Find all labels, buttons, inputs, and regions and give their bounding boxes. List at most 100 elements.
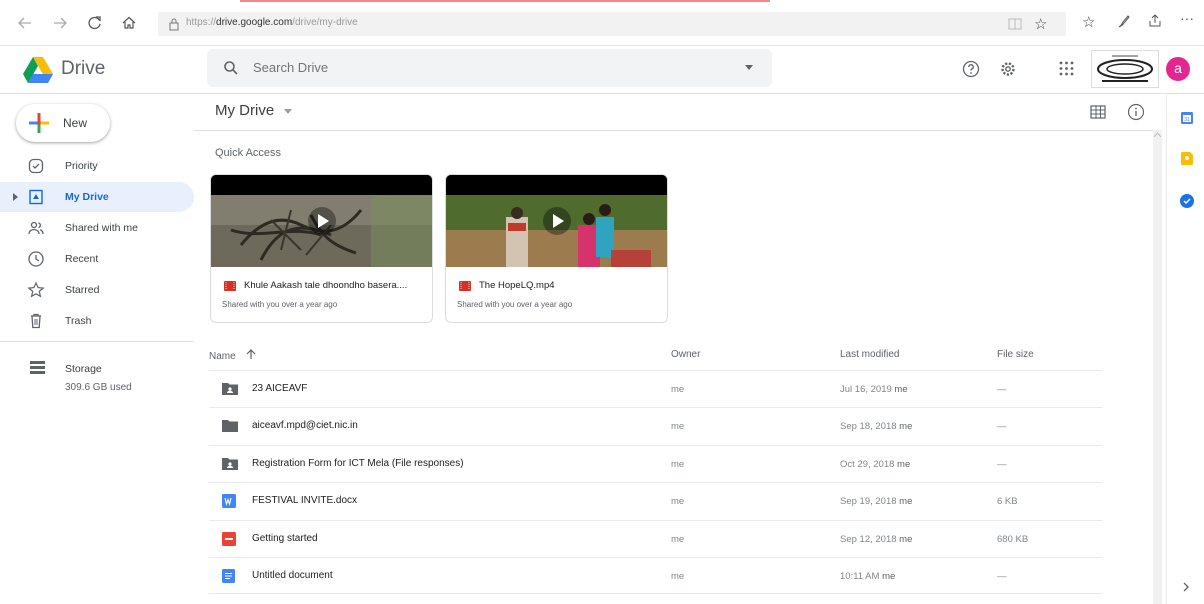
app-title[interactable]: Drive: [61, 58, 105, 80]
search-options-icon[interactable]: [745, 65, 753, 70]
drive-logo-icon[interactable]: [23, 57, 53, 83]
sort-ascending-icon[interactable]: [246, 349, 256, 360]
sidebar-item-label: Trash: [65, 315, 92, 327]
page-title[interactable]: My Drive: [215, 102, 293, 119]
sidebar-item-label: Priority: [65, 160, 98, 172]
title-dropdown-icon[interactable]: [284, 108, 293, 114]
table-row[interactable]: Untitled document me 10:11 AM me —: [209, 557, 1102, 594]
file-size: —: [997, 459, 1007, 470]
calendar-icon[interactable]: 31: [1181, 112, 1193, 124]
file-size: 680 KB: [997, 534, 1029, 545]
info-icon[interactable]: [1127, 103, 1145, 121]
browser-toolbar: https://drive.google.com/drive/my-drive …: [0, 0, 1204, 46]
sidebar-divider: [0, 341, 194, 342]
sidebar-item-trash[interactable]: Trash: [0, 306, 194, 336]
sidebar-item-recent[interactable]: Recent: [0, 244, 194, 274]
table-row[interactable]: 23 AICEAVF me Jul 16, 2019 me —: [209, 370, 1102, 407]
favorite-star-icon[interactable]: ☆: [1034, 15, 1047, 33]
column-header-file-size[interactable]: File size: [997, 349, 1034, 360]
column-header-owner[interactable]: Owner: [671, 349, 700, 360]
back-icon[interactable]: [16, 14, 34, 32]
scroll-up-icon[interactable]: [1154, 132, 1161, 137]
more-icon[interactable]: ···: [1180, 10, 1194, 26]
share-icon[interactable]: [1147, 13, 1163, 29]
column-header-name[interactable]: Name: [209, 349, 256, 362]
organization-logo[interactable]: [1091, 50, 1159, 88]
sidebar-item-shared-with-me[interactable]: Shared with me: [0, 213, 194, 243]
video-file-icon: [459, 281, 471, 291]
word-doc-icon: [222, 494, 236, 508]
file-size: —: [997, 571, 1007, 582]
table-row[interactable]: aiceavf.mpd@ciet.nic.in me Sep 18, 2018 …: [209, 407, 1102, 444]
search-box[interactable]: Search Drive: [207, 49, 772, 87]
file-name: aiceavf.mpd@ciet.nic.in: [252, 420, 358, 431]
forward-icon[interactable]: [51, 14, 69, 32]
sidebar-item-starred[interactable]: Starred: [0, 275, 194, 305]
account-avatar[interactable]: a: [1166, 57, 1190, 81]
quick-access-card[interactable]: The HopeLQ.mp4 Shared with you over a ye…: [445, 174, 668, 323]
settings-gear-icon[interactable]: [999, 60, 1017, 78]
lock-icon: [168, 17, 180, 31]
shared-folder-icon: [222, 382, 238, 395]
plus-icon: [29, 113, 49, 133]
file-owner: me: [671, 459, 685, 470]
main-divider: [194, 130, 1154, 131]
svg-text:31: 31: [1184, 117, 1190, 123]
pdf-icon: [222, 532, 236, 546]
video-thumbnail: [446, 175, 667, 267]
sidebar-item-my-drive[interactable]: My Drive: [0, 182, 194, 212]
file-name: Getting started: [252, 533, 318, 544]
search-icon[interactable]: [223, 60, 239, 76]
file-name: Untitled document: [252, 570, 333, 581]
people-icon: [27, 219, 45, 237]
file-name: Registration Form for ICT Mela (File res…: [252, 458, 464, 469]
file-size: —: [997, 421, 1007, 432]
drive-header: Drive Search Drive a: [0, 46, 1204, 94]
favorites-bar-icon[interactable]: ☆: [1082, 13, 1095, 31]
file-owner: me: [671, 534, 685, 545]
apps-grid-icon[interactable]: [1059, 61, 1074, 76]
grid-view-icon[interactable]: [1090, 105, 1106, 119]
pen-icon[interactable]: [1116, 13, 1132, 29]
card-subtitle: Shared with you over a year ago: [222, 300, 338, 309]
file-size: —: [997, 384, 1007, 395]
card-subtitle: Shared with you over a year ago: [457, 300, 573, 309]
sidebar-item-label: Recent: [65, 253, 99, 265]
file-modified: 10:11 AM me: [840, 571, 896, 582]
new-button[interactable]: New: [16, 104, 110, 142]
new-button-label: New: [63, 116, 88, 130]
sidebar-item-priority[interactable]: Priority: [0, 151, 194, 181]
storage-icon: [30, 361, 45, 374]
file-modified: Sep 18, 2018 me: [840, 421, 913, 432]
side-panel: 31: [1166, 94, 1204, 604]
video-file-icon: [224, 281, 236, 291]
scrollbar[interactable]: [1153, 130, 1162, 604]
expand-arrow-icon[interactable]: [13, 193, 19, 201]
table-row[interactable]: Getting started me Sep 12, 2018 me 680 K…: [209, 520, 1102, 557]
file-owner: me: [671, 421, 685, 432]
table-row[interactable]: FESTIVAL INVITE.docx me Sep 19, 2018 me …: [209, 482, 1102, 519]
storage-label[interactable]: Storage: [65, 363, 102, 375]
home-icon[interactable]: [120, 14, 138, 32]
card-file-name: The HopeLQ.mp4: [479, 280, 555, 291]
help-icon[interactable]: [962, 60, 980, 78]
clock-icon: [27, 250, 45, 268]
address-bar[interactable]: https://drive.google.com/drive/my-drive …: [158, 12, 1066, 36]
folder-icon: [222, 419, 238, 432]
file-owner: me: [671, 571, 685, 582]
url-text: https://drive.google.com/drive/my-drive: [186, 17, 358, 28]
expand-panel-icon[interactable]: [1183, 582, 1189, 592]
file-name: FESTIVAL INVITE.docx: [252, 495, 358, 506]
reading-view-icon[interactable]: [1008, 17, 1022, 31]
column-header-last-modified[interactable]: Last modified: [840, 349, 899, 360]
keep-icon[interactable]: [1181, 152, 1193, 165]
search-input[interactable]: Search Drive: [253, 60, 328, 75]
sidebar-item-label: My Drive: [65, 191, 109, 203]
file-modified: Jul 16, 2019 me: [840, 384, 908, 395]
table-row[interactable]: Registration Form for ICT Mela (File res…: [209, 445, 1102, 482]
tasks-icon[interactable]: [1180, 194, 1194, 208]
drive-folder-icon: [27, 188, 45, 206]
quick-access-card[interactable]: Khule Aakash tale dhoondho basera.... Sh…: [210, 174, 433, 323]
tab-accent-line: [240, 0, 770, 2]
refresh-icon[interactable]: [86, 14, 104, 32]
